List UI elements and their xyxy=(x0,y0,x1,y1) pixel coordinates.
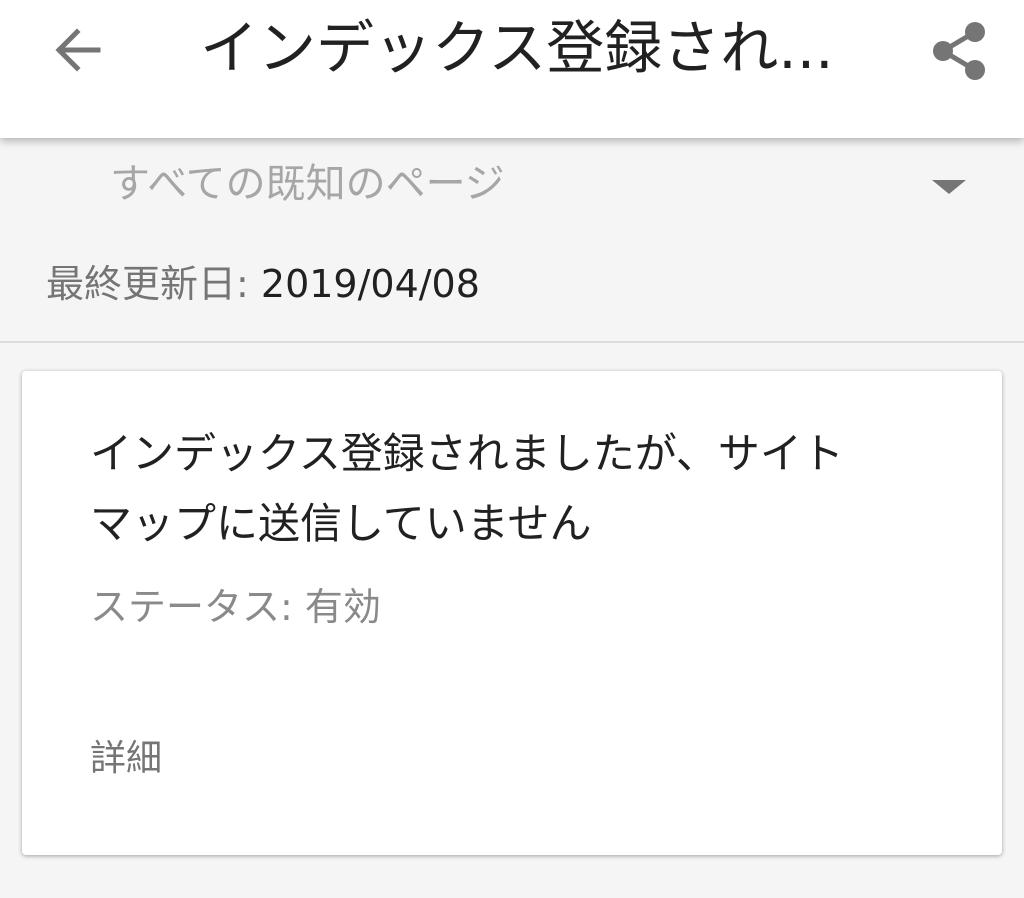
card-title: インデックス登録されましたが、サイト マップに送信していません xyxy=(90,419,930,559)
last-updated-label: 最終更新日: xyxy=(46,262,261,306)
page-filter-dropdown[interactable]: すべての既知のページ xyxy=(0,138,1024,234)
back-button[interactable] xyxy=(46,22,108,78)
last-updated-date: 2019/04/08 xyxy=(260,262,480,306)
app-bar: インデックス登録され... xyxy=(0,0,1024,138)
share-button[interactable] xyxy=(926,18,992,84)
arrow-back-icon xyxy=(55,28,101,72)
share-icon xyxy=(933,22,985,80)
filter-selected-value: すべての既知のページ xyxy=(110,161,505,207)
coverage-issue-card[interactable]: インデックス登録されましたが、サイト マップに送信していません ステータス: 有… xyxy=(22,371,1002,855)
card-title-line-1: インデックス登録されましたが、サイト xyxy=(90,429,844,478)
card-title-line-2: マップに送信していません xyxy=(90,499,592,548)
details-link[interactable]: 詳細 xyxy=(90,733,162,785)
page-title: インデックス登録され... xyxy=(200,14,834,82)
divider xyxy=(0,341,1024,343)
last-updated: 最終更新日: 2019/04/08 xyxy=(46,258,480,310)
status-text: ステータス: 有効 xyxy=(90,585,381,629)
dropdown-arrow-icon xyxy=(932,180,966,194)
